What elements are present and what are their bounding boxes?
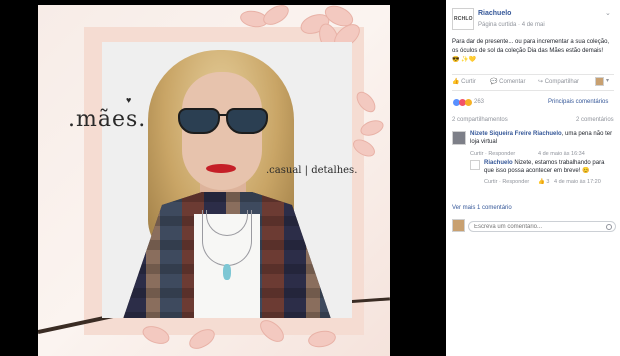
comment-label: Comentar [499, 79, 526, 85]
view-more-comments-link[interactable]: Ver mais 1 comentário [452, 204, 512, 212]
comment-author[interactable]: Nizete Siqueira Freire Riachuelo [470, 131, 562, 137]
reply-actions[interactable]: Curtir · Responder [484, 178, 529, 186]
flower-bottom [138, 315, 368, 356]
post-meta: Página curtida · 4 de mai [478, 22, 545, 28]
divider [452, 90, 614, 91]
emoji-icon[interactable] [606, 224, 612, 230]
like-label: Curtir [461, 79, 476, 85]
share-label: Compartilhar [544, 79, 580, 85]
page-avatar[interactable]: RCHLO [452, 8, 474, 30]
photo-heading: .mães. [68, 107, 147, 132]
page-name-link[interactable]: Riachuelo [478, 10, 511, 18]
page-logo: RCHLO [454, 16, 473, 22]
share-button[interactable]: ↪ Compartilhar [538, 78, 579, 86]
sunglasses [174, 108, 272, 134]
comment-1: Nizete Siqueira Freire Riachuelo, uma pe… [470, 130, 616, 146]
post-side-panel: RCHLO Riachuelo Página curtida · 4 de ma… [446, 0, 620, 356]
divider [452, 74, 614, 75]
chevron-down-icon[interactable]: ⌄ [605, 10, 611, 18]
audience-chevron-icon[interactable]: ▾ [606, 77, 609, 85]
comment-input[interactable] [468, 221, 616, 232]
model-photo [102, 42, 352, 318]
reply-likes[interactable]: 👍 3 [538, 178, 549, 186]
model-lips [206, 164, 236, 173]
comment-icon: 💬 [490, 79, 498, 85]
reply-likes-count: 3 [546, 179, 550, 185]
post-photo[interactable]: ♥ .mães. .casual | detalhes. [38, 5, 390, 356]
comment-1-time[interactable]: 4 de maio às 16:34 [538, 150, 585, 158]
screenshot-stage: ♥ .mães. .casual | detalhes. RCHLO Riach… [0, 0, 620, 356]
reply-author[interactable]: Riachuelo [484, 160, 513, 166]
viewer-avatar[interactable] [452, 219, 465, 232]
reply-avatar[interactable] [470, 160, 480, 170]
like-button[interactable]: 👍 Curtir [452, 78, 476, 86]
haha-reaction-icon [465, 99, 472, 106]
post-text: Para dar de presente... ou para incremen… [452, 39, 610, 63]
necklace-pendant [223, 264, 231, 280]
heart-ornament: ♥ [126, 95, 132, 105]
share-icon: ↪ [538, 79, 544, 85]
comment-2: Riachuelo Nizete, estamos trabalhando pa… [484, 159, 614, 175]
reaction-count[interactable]: 263 [474, 98, 484, 106]
commenter-avatar[interactable] [452, 131, 466, 145]
comment-1-actions[interactable]: Curtir · Responder [470, 150, 515, 158]
shares-count[interactable]: 2 compartilhamentos [452, 116, 508, 124]
necklace-2 [202, 210, 252, 266]
flower-right [350, 85, 390, 165]
comment-button[interactable]: 💬 Comentar [490, 78, 526, 86]
photo-tagline: .casual | detalhes. [266, 165, 358, 176]
like-icon: 👍 [452, 79, 460, 85]
top-comments-dropdown[interactable]: Principais comentários [548, 98, 608, 106]
flower-top-center [238, 5, 298, 41]
comments-count[interactable]: 2 comentários [576, 116, 614, 124]
viewer-avatar-small[interactable] [595, 77, 604, 86]
reply-time[interactable]: 4 de maio às 17:20 [554, 178, 601, 186]
